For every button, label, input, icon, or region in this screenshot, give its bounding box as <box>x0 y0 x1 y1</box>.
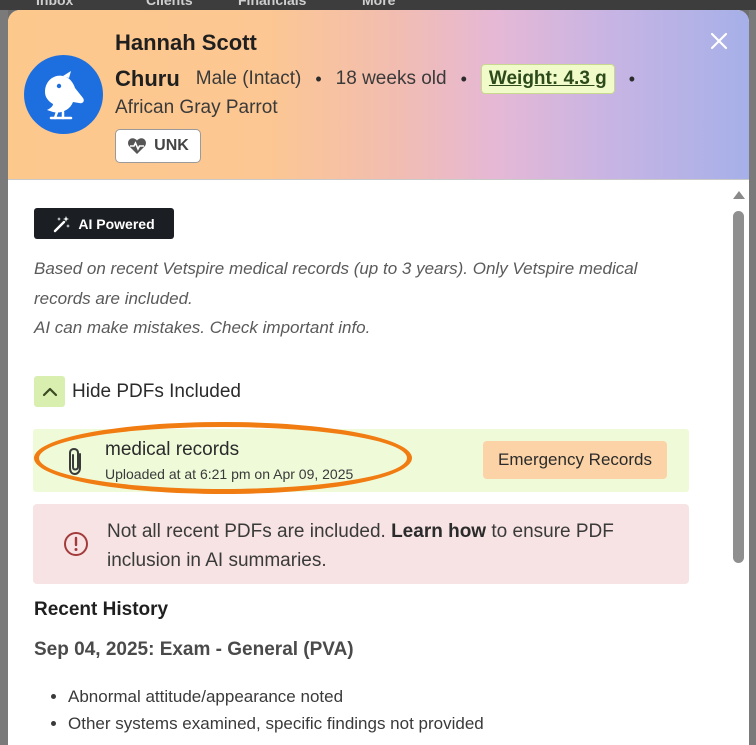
ai-disclaimer: Based on recent Vetspire medical records… <box>34 254 694 343</box>
bg-nav-inbox: Inbox <box>36 0 74 8</box>
hide-pdfs-toggle[interactable]: Hide PDFs Included <box>34 376 241 407</box>
weight-link[interactable]: Weight: 4.3 g <box>480 64 615 94</box>
pet-info-line: Churu Male (Intact) • 18 weeks old • Wei… <box>115 64 649 94</box>
scrollbar[interactable] <box>732 191 745 745</box>
warning-message: Not all recent PDFs are included. Learn … <box>107 517 667 575</box>
pet-species: African Gray Parrot <box>115 97 278 118</box>
pdf-item[interactable]: medical records Uploaded at at 6:21 pm o… <box>33 429 689 492</box>
bg-nav-more: More <box>362 0 396 8</box>
separator-dot: • <box>315 68 322 89</box>
pdf-warning-alert: Not all recent PDFs are included. Learn … <box>33 504 689 584</box>
separator-dot: • <box>628 68 636 89</box>
bg-nav-financials: Financials <box>238 0 307 8</box>
disclaimer-line-2: AI can make mistakes. Check important in… <box>34 318 371 337</box>
background-nav: Inbox Clients Financials More <box>0 0 756 10</box>
owner-name: Hannah Scott <box>115 30 257 55</box>
pet-sex: Male (Intact) <box>195 68 302 89</box>
modal-body: AI Powered Based on recent Vetspire medi… <box>8 181 749 745</box>
status-badge: UNK <box>115 129 201 163</box>
list-item: Other systems examined, specific finding… <box>68 710 484 737</box>
alert-circle-icon <box>63 531 89 562</box>
disclaimer-line-1: Based on recent Vetspire medical records… <box>34 259 638 308</box>
list-item: Abnormal attitude/appearance noted <box>68 683 484 710</box>
pet-name: Churu <box>115 66 180 91</box>
magic-wand-icon <box>54 215 71 232</box>
hide-pdfs-label: Hide PDFs Included <box>72 380 241 402</box>
ai-powered-label: AI Powered <box>78 215 155 232</box>
ai-powered-badge: AI Powered <box>34 208 174 239</box>
heart-pulse-icon <box>128 138 147 154</box>
patient-header: Hannah Scott Churu Male (Intact) • 18 we… <box>8 10 749 180</box>
close-icon <box>710 32 728 50</box>
bird-icon <box>24 55 103 134</box>
pet-age: 18 weeks old <box>335 68 447 89</box>
scrollbar-thumb[interactable] <box>733 211 744 563</box>
recent-history-heading: Recent History <box>34 599 169 620</box>
learn-how-link[interactable]: Learn how <box>391 521 486 542</box>
background-right <box>749 10 756 745</box>
visit-heading: Sep 04, 2025: Exam - General (PVA) <box>34 639 354 660</box>
background-left <box>0 10 8 745</box>
status-badge-label: UNK <box>154 137 189 154</box>
scroll-up-arrow-icon[interactable] <box>733 191 745 199</box>
close-button[interactable] <box>706 28 732 54</box>
pdf-upload-date: Uploaded at at 6:21 pm on Apr 09, 2025 <box>105 466 354 482</box>
chevron-up-icon <box>34 376 65 407</box>
pdf-category-tag: Emergency Records <box>483 441 667 479</box>
warning-text-before: Not all recent PDFs are included. <box>107 521 386 542</box>
pdf-title: medical records <box>105 439 240 460</box>
ai-summary-modal: Hannah Scott Churu Male (Intact) • 18 we… <box>8 10 749 745</box>
separator-dot: • <box>460 68 467 89</box>
paperclip-icon <box>65 447 87 482</box>
bg-nav-clients: Clients <box>146 0 193 8</box>
visit-findings-list: Abnormal attitude/appearance noted Other… <box>68 683 484 737</box>
